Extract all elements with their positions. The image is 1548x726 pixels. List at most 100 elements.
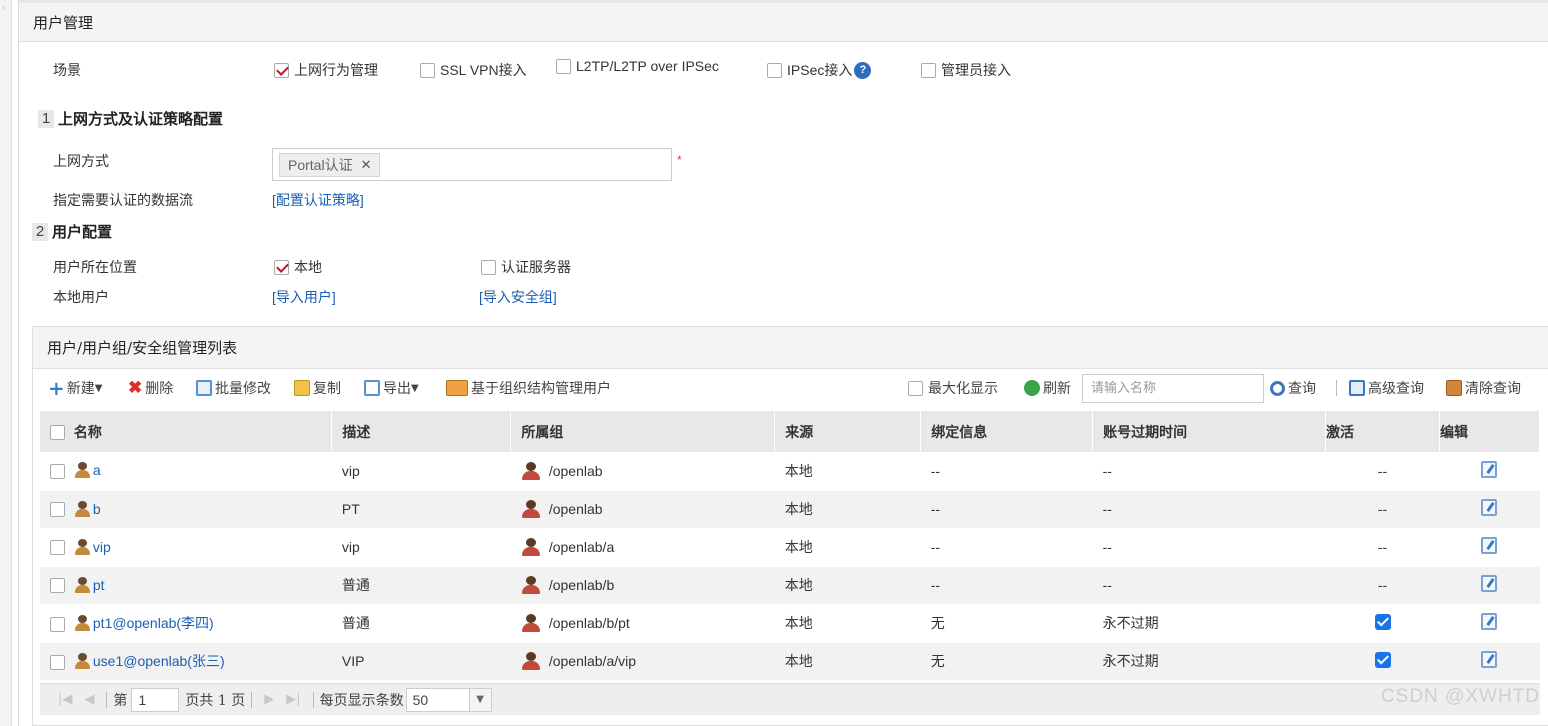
left-collapse-strip[interactable]: ‹ <box>0 0 12 726</box>
import-users-link[interactable]: [导入用户] <box>272 287 336 307</box>
checkbox-icon[interactable] <box>908 380 923 396</box>
checkbox-icon[interactable] <box>481 259 496 275</box>
column-header-name[interactable]: 名称 <box>40 411 333 452</box>
user-name-link[interactable]: b <box>93 501 101 517</box>
prev-page-icon[interactable]: ◀ <box>84 692 94 707</box>
edit-icon[interactable] <box>1481 499 1498 516</box>
checkbox-icon[interactable] <box>767 62 782 78</box>
new-button[interactable]: + 新建 ▼ <box>48 372 102 404</box>
cell-source: 本地 <box>774 566 921 605</box>
per-page-value: 50 <box>412 691 429 708</box>
cell-bind: 无 <box>920 642 1093 681</box>
edit-icon[interactable] <box>1481 537 1498 554</box>
active-checkbox[interactable] <box>1374 651 1391 668</box>
access-method-field[interactable]: Portal认证 ✕ <box>272 148 672 181</box>
location-local-option[interactable]: 本地 <box>274 257 322 277</box>
cell-active: -- <box>1325 490 1440 529</box>
table-row[interactable]: pt1@openlab(李四) 普通 /openlab/b/pt 本地 无 永不… <box>40 604 1540 643</box>
row-checkbox[interactable] <box>50 464 65 480</box>
checkbox-checked-icon[interactable] <box>274 259 289 275</box>
column-header-bind[interactable]: 绑定信息 <box>920 411 1094 452</box>
cell-edit <box>1439 604 1540 643</box>
edit-icon[interactable] <box>1481 575 1498 592</box>
user-icon <box>74 653 92 669</box>
table-row[interactable]: a vip /openlab 本地 -- -- -- <box>40 452 1540 491</box>
data-flow-label: 指定需要认证的数据流 <box>53 192 193 208</box>
group-path: /openlab <box>548 501 603 517</box>
column-header-edit: 编辑 <box>1439 411 1541 452</box>
query-button[interactable]: 查询 <box>1270 372 1316 404</box>
refresh-button[interactable]: 刷新 <box>1024 372 1071 404</box>
chevron-down-icon[interactable]: ▼ <box>468 688 491 711</box>
collapse-arrow-icon[interactable]: ‹ <box>2 2 5 13</box>
edit-icon[interactable] <box>1481 460 1498 478</box>
scenario-option-admin[interactable]: 管理员接入 <box>921 60 1011 80</box>
cell-group: /openlab <box>510 452 775 491</box>
checkbox-icon[interactable] <box>921 62 936 78</box>
user-name-link[interactable]: a <box>93 462 101 478</box>
row-checkbox[interactable] <box>50 654 65 670</box>
location-server-option[interactable]: 认证服务器 <box>481 257 571 277</box>
scenario-option-sslvpn[interactable]: SSL VPN接入 <box>420 60 527 80</box>
page-number-input[interactable]: 1 <box>131 687 180 712</box>
org-manage-button[interactable]: 基于组织结构管理用户 <box>446 372 611 404</box>
column-header-group[interactable]: 所属组 <box>510 411 776 452</box>
active-checkbox[interactable] <box>1374 613 1391 630</box>
user-name-link[interactable]: pt1@openlab(李四) <box>93 615 214 631</box>
export-label: 导出 <box>383 381 411 397</box>
table-row[interactable]: pt 普通 /openlab/b 本地 -- -- -- <box>40 566 1540 605</box>
delete-button[interactable]: ✖ 删除 <box>128 372 173 404</box>
row-checkbox[interactable] <box>50 540 65 556</box>
access-method-tag: Portal认证 ✕ <box>279 153 381 177</box>
search-input[interactable]: 请输入名称 <box>1082 374 1264 403</box>
user-name-link[interactable]: pt <box>93 577 105 593</box>
checkbox-icon[interactable] <box>556 58 571 74</box>
section-title-text: 上网方式及认证策略配置 <box>58 111 224 128</box>
column-header-desc[interactable]: 描述 <box>331 411 512 452</box>
clear-query-icon <box>1446 380 1462 396</box>
edit-icon[interactable] <box>1481 651 1498 668</box>
config-auth-policy-link[interactable]: [配置认证策略] <box>272 190 364 210</box>
column-header-active[interactable]: 激活 <box>1325 411 1440 452</box>
edit-icon[interactable] <box>1481 613 1498 630</box>
table-row[interactable]: use1@openlab(张三) VIP /openlab/a/vip 本地 无… <box>40 642 1540 681</box>
copy-button[interactable]: 复制 <box>294 372 341 404</box>
tag-remove-icon[interactable]: ✕ <box>361 157 372 173</box>
table-row[interactable]: vip vip /openlab/a 本地 -- -- -- <box>40 528 1540 567</box>
delete-x-icon: ✖ <box>128 378 143 398</box>
delete-label: 删除 <box>145 381 174 397</box>
scenario-option-ipsec[interactable]: IPSec接入? <box>767 60 872 80</box>
cell-edit <box>1439 642 1540 681</box>
checkbox-icon[interactable] <box>420 62 435 78</box>
checkbox-checked-icon[interactable] <box>274 62 289 78</box>
row-checkbox[interactable] <box>50 578 65 594</box>
column-header-source[interactable]: 来源 <box>774 411 922 452</box>
cell-edit <box>1439 490 1540 529</box>
group-icon <box>521 614 543 632</box>
per-page-select[interactable]: 50 ▼ <box>405 687 492 712</box>
import-groups-link[interactable]: [导入安全组] <box>479 287 557 307</box>
scenario-option-l2tp[interactable]: L2TP/L2TP over IPSec <box>556 58 719 74</box>
help-icon[interactable]: ? <box>854 61 872 79</box>
user-name-link[interactable]: vip <box>93 539 111 555</box>
clear-query-button[interactable]: 清除查询 <box>1446 372 1521 404</box>
select-all-checkbox[interactable] <box>50 425 65 441</box>
advanced-query-button[interactable]: 高级查询 <box>1349 372 1424 404</box>
user-icon <box>74 615 92 631</box>
next-page-icon[interactable]: ▶ <box>264 692 274 707</box>
row-checkbox[interactable] <box>50 502 65 518</box>
table-row[interactable]: b PT /openlab 本地 -- -- -- <box>40 490 1540 529</box>
column-header-expire[interactable]: 账号过期时间 <box>1092 411 1327 452</box>
last-page-icon[interactable]: ▶| <box>286 692 300 707</box>
row-checkbox[interactable] <box>50 616 65 632</box>
batch-edit-button[interactable]: 批量修改 <box>196 372 271 404</box>
option-label: IPSec接入 <box>787 62 853 78</box>
pager-divider <box>251 691 253 708</box>
user-name-link[interactable]: use1@openlab(张三) <box>93 653 225 669</box>
scenario-option-internet[interactable]: 上网行为管理 <box>274 60 378 80</box>
export-button[interactable]: 导出 ▼ <box>364 372 419 404</box>
cell-active: -- <box>1325 566 1440 605</box>
first-page-icon[interactable]: |◀ <box>58 692 72 707</box>
option-label: SSL VPN接入 <box>440 62 527 78</box>
maximize-toggle[interactable]: 最大化显示 <box>908 372 998 404</box>
